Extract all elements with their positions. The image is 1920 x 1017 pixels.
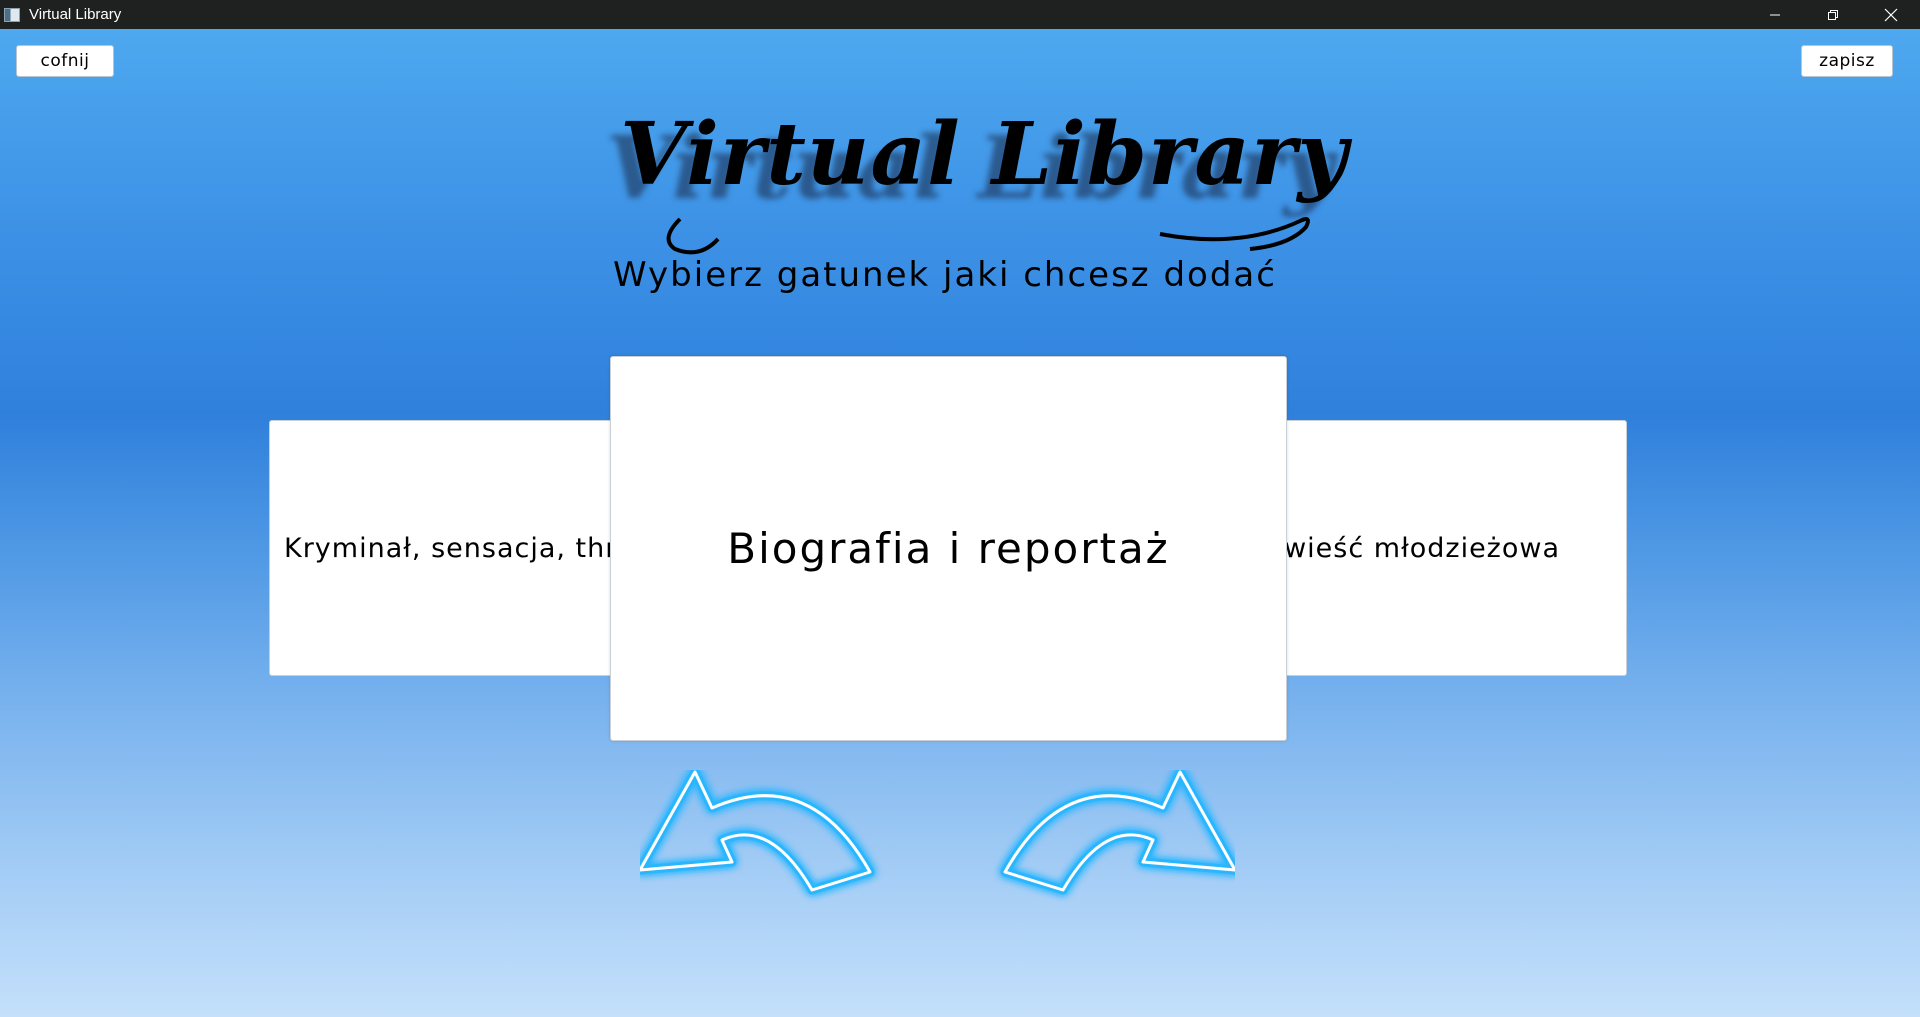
close-button[interactable] — [1862, 0, 1920, 29]
restore-button[interactable] — [1804, 0, 1862, 29]
rotate-right-arrow-icon — [1000, 767, 1240, 895]
restore-icon — [1828, 9, 1838, 20]
page-subtitle: Wybierz gatunek jaki chcesz dodać — [613, 255, 1277, 295]
genre-card-next[interactable]: Powieść młodzieżowa — [1268, 420, 1627, 676]
genre-card-previous[interactable]: Kryminał, sensacja, thriller — [269, 420, 619, 676]
logo-flourish — [666, 217, 1310, 255]
app-window: Virtual Library cofnij zapisz Virtual Li… — [0, 0, 1920, 1017]
window-title: Virtual Library — [29, 6, 122, 23]
minimize-button[interactable] — [1746, 0, 1804, 29]
title-bar: Virtual Library — [0, 0, 1920, 29]
genre-card-next-label: Powieść młodzieżowa — [1268, 532, 1560, 564]
minimize-icon — [1770, 14, 1780, 15]
previous-genre-button[interactable] — [635, 767, 900, 940]
window-controls — [1746, 0, 1920, 29]
genre-card-current[interactable]: Biografia i reportaż — [610, 356, 1287, 741]
genre-card-previous-label: Kryminał, sensacja, thriller — [284, 532, 618, 564]
save-button[interactable]: zapisz — [1801, 45, 1893, 77]
next-genre-button[interactable] — [975, 767, 1240, 940]
main-content: cofnij zapisz Virtual Library Wybierz ga… — [0, 29, 1920, 1017]
rotate-left-arrow-icon — [635, 767, 875, 895]
app-icon — [4, 7, 20, 22]
back-button[interactable]: cofnij — [16, 45, 114, 77]
close-icon — [1884, 8, 1898, 21]
logo: Virtual Library — [600, 99, 1360, 259]
genre-card-current-label: Biografia i reportaż — [727, 524, 1170, 573]
